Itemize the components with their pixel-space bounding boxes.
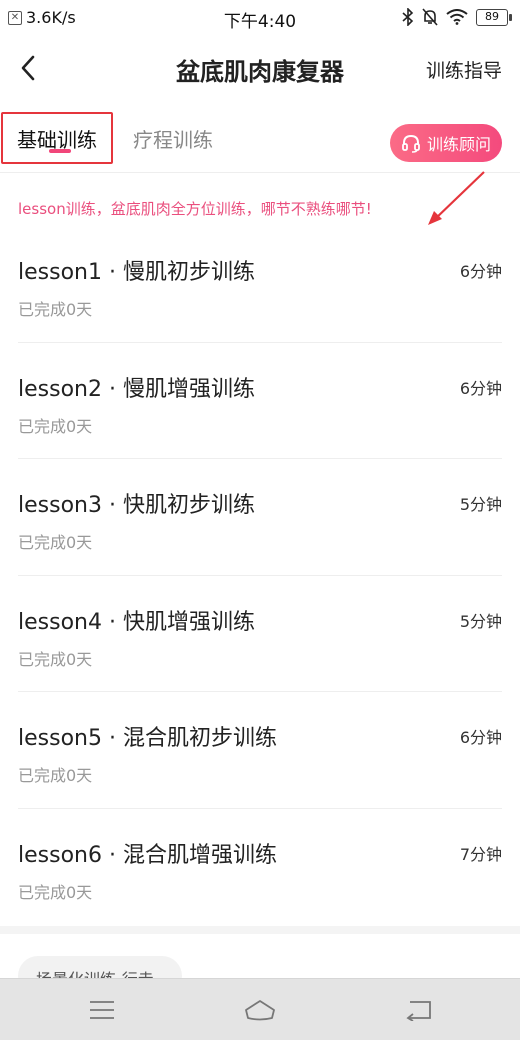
return-icon	[406, 1001, 431, 1021]
lesson-title: lesson5 · 混合肌初步训练	[18, 726, 277, 752]
home-icon	[245, 1000, 275, 1021]
lesson-item-5[interactable]: lesson5 · 混合肌初步训练 6分钟 已完成0天	[18, 692, 502, 809]
active-tab-indicator	[49, 149, 71, 153]
status-right: 89	[402, 8, 512, 26]
lesson-progress: 已完成0天	[18, 766, 93, 786]
headset-icon	[402, 134, 420, 153]
battery-icon: 89	[476, 8, 512, 26]
lesson-duration: 5分钟	[459, 611, 502, 631]
lesson-progress: 已完成0天	[18, 649, 93, 669]
section-separator	[0, 926, 520, 934]
lesson-title: lesson1 · 慢肌初步训练	[18, 260, 255, 285]
lesson-title: lesson3 · 快肌初步训练	[18, 493, 255, 519]
lesson-item-2[interactable]: lesson2 · 慢肌增强训练 6分钟 已完成0天	[18, 343, 502, 460]
nav-home-button[interactable]	[240, 993, 280, 1027]
training-guide-link[interactable]: 训练指导	[426, 56, 502, 83]
annotation-arrow-icon	[428, 171, 485, 225]
tab-label: 疗程训练	[133, 127, 213, 152]
lesson-item-3[interactable]: lesson3 · 快肌初步训练 5分钟 已完成0天	[18, 459, 502, 576]
mute-bell-icon	[422, 8, 438, 26]
lesson-progress: 已完成0天	[18, 300, 93, 319]
nav-menu-button[interactable]	[82, 993, 122, 1027]
lesson-duration: 7分钟	[459, 844, 502, 864]
status-bar: ✕ 3.6K/s 下午4:40 89	[0, 0, 520, 36]
lesson-duration: 6分钟	[459, 378, 502, 398]
lesson-list: lesson1 · 慢肌初步训练 6分钟 已完成0天 lesson2 · 慢肌增…	[0, 226, 520, 926]
system-nav-bar	[0, 978, 520, 1040]
lesson-progress: 已完成0天	[18, 882, 93, 902]
bluetooth-icon	[402, 8, 414, 26]
nav-back-button[interactable]	[398, 993, 438, 1027]
training-consultant-button[interactable]: 训练顾问	[390, 124, 502, 162]
lesson-duration: 6分钟	[459, 728, 502, 748]
lesson-title: lesson4 · 快肌增强训练	[18, 609, 255, 635]
wifi-icon	[446, 9, 468, 25]
lesson-progress: 已完成0天	[18, 533, 93, 553]
consultant-label: 训练顾问	[426, 135, 491, 154]
lesson-duration: 5分钟	[459, 495, 502, 515]
tab-bar: 基础训练 疗程训练 训练顾问	[0, 108, 520, 170]
lesson-duration: 6分钟	[459, 262, 502, 281]
lesson-banner: lesson训练，盆底肌肉全方位训练，哪节不熟练哪节!	[18, 200, 372, 218]
lesson-title: lesson2 · 慢肌增强训练	[18, 376, 255, 402]
lesson-item-1[interactable]: lesson1 · 慢肌初步训练 6分钟 已完成0天	[18, 226, 502, 343]
tab-basic-training[interactable]: 基础训练	[1, 112, 113, 164]
app-header: 盆底肌肉康复器 训练指导	[0, 36, 520, 100]
menu-icon	[90, 1001, 114, 1019]
lesson-title: lesson6 · 混合肌增强训练	[18, 842, 277, 868]
tab-course-training[interactable]: 疗程训练	[118, 112, 228, 164]
lesson-progress: 已完成0天	[18, 416, 93, 436]
lesson-item-4[interactable]: lesson4 · 快肌增强训练 5分钟 已完成0天	[18, 576, 502, 693]
lesson-item-6[interactable]: lesson6 · 混合肌增强训练 7分钟 已完成0天	[18, 809, 502, 926]
